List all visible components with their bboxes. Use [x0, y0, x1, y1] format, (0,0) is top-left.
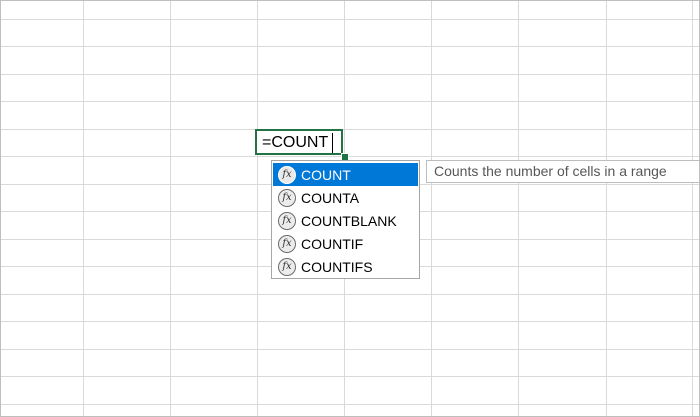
autocomplete-item-counta[interactable]: fx COUNTA	[273, 186, 418, 209]
row-divider	[0, 156, 700, 157]
text-cursor	[332, 133, 333, 153]
column-divider	[692, 0, 693, 417]
row-divider	[0, 349, 700, 350]
autocomplete-item-label: COUNTIFS	[301, 258, 373, 275]
function-icon: fx	[278, 257, 296, 276]
function-icon: fx	[278, 188, 296, 207]
function-icon: fx	[278, 211, 296, 230]
column-divider	[431, 0, 432, 417]
autocomplete-item-label: COUNTIF	[301, 235, 364, 252]
row-divider	[0, 129, 700, 130]
row-divider	[0, 46, 700, 47]
row-divider	[0, 74, 700, 75]
row-divider	[0, 376, 700, 377]
row-divider	[0, 101, 700, 102]
column-divider	[83, 0, 84, 417]
column-divider	[606, 0, 607, 417]
function-icon: fx	[278, 234, 296, 253]
autocomplete-item-countif[interactable]: fx COUNTIF	[273, 232, 418, 255]
function-description-tooltip: Counts the number of cells in a range	[426, 160, 700, 183]
cell-formula-input[interactable]: =COUNT	[262, 134, 328, 152]
row-divider	[0, 321, 700, 322]
autocomplete-item-label: COUNTA	[301, 189, 360, 206]
row-divider	[0, 404, 700, 405]
autocomplete-item-countblank[interactable]: fx COUNTBLANK	[273, 209, 418, 232]
autocomplete-item-label: COUNT	[301, 166, 351, 183]
autocomplete-item-label: COUNTBLANK	[301, 212, 397, 229]
column-divider	[170, 0, 171, 417]
function-autocomplete-list[interactable]: fx COUNT fx COUNTA fx COUNTBLANK fx COUN…	[271, 160, 420, 279]
function-icon: fx	[278, 165, 296, 184]
column-divider	[257, 0, 258, 417]
autocomplete-item-countifs[interactable]: fx COUNTIFS	[273, 255, 418, 278]
column-divider	[518, 0, 519, 417]
autocomplete-item-count[interactable]: fx COUNT	[273, 163, 418, 186]
row-divider	[0, 19, 700, 20]
row-divider	[0, 294, 700, 295]
